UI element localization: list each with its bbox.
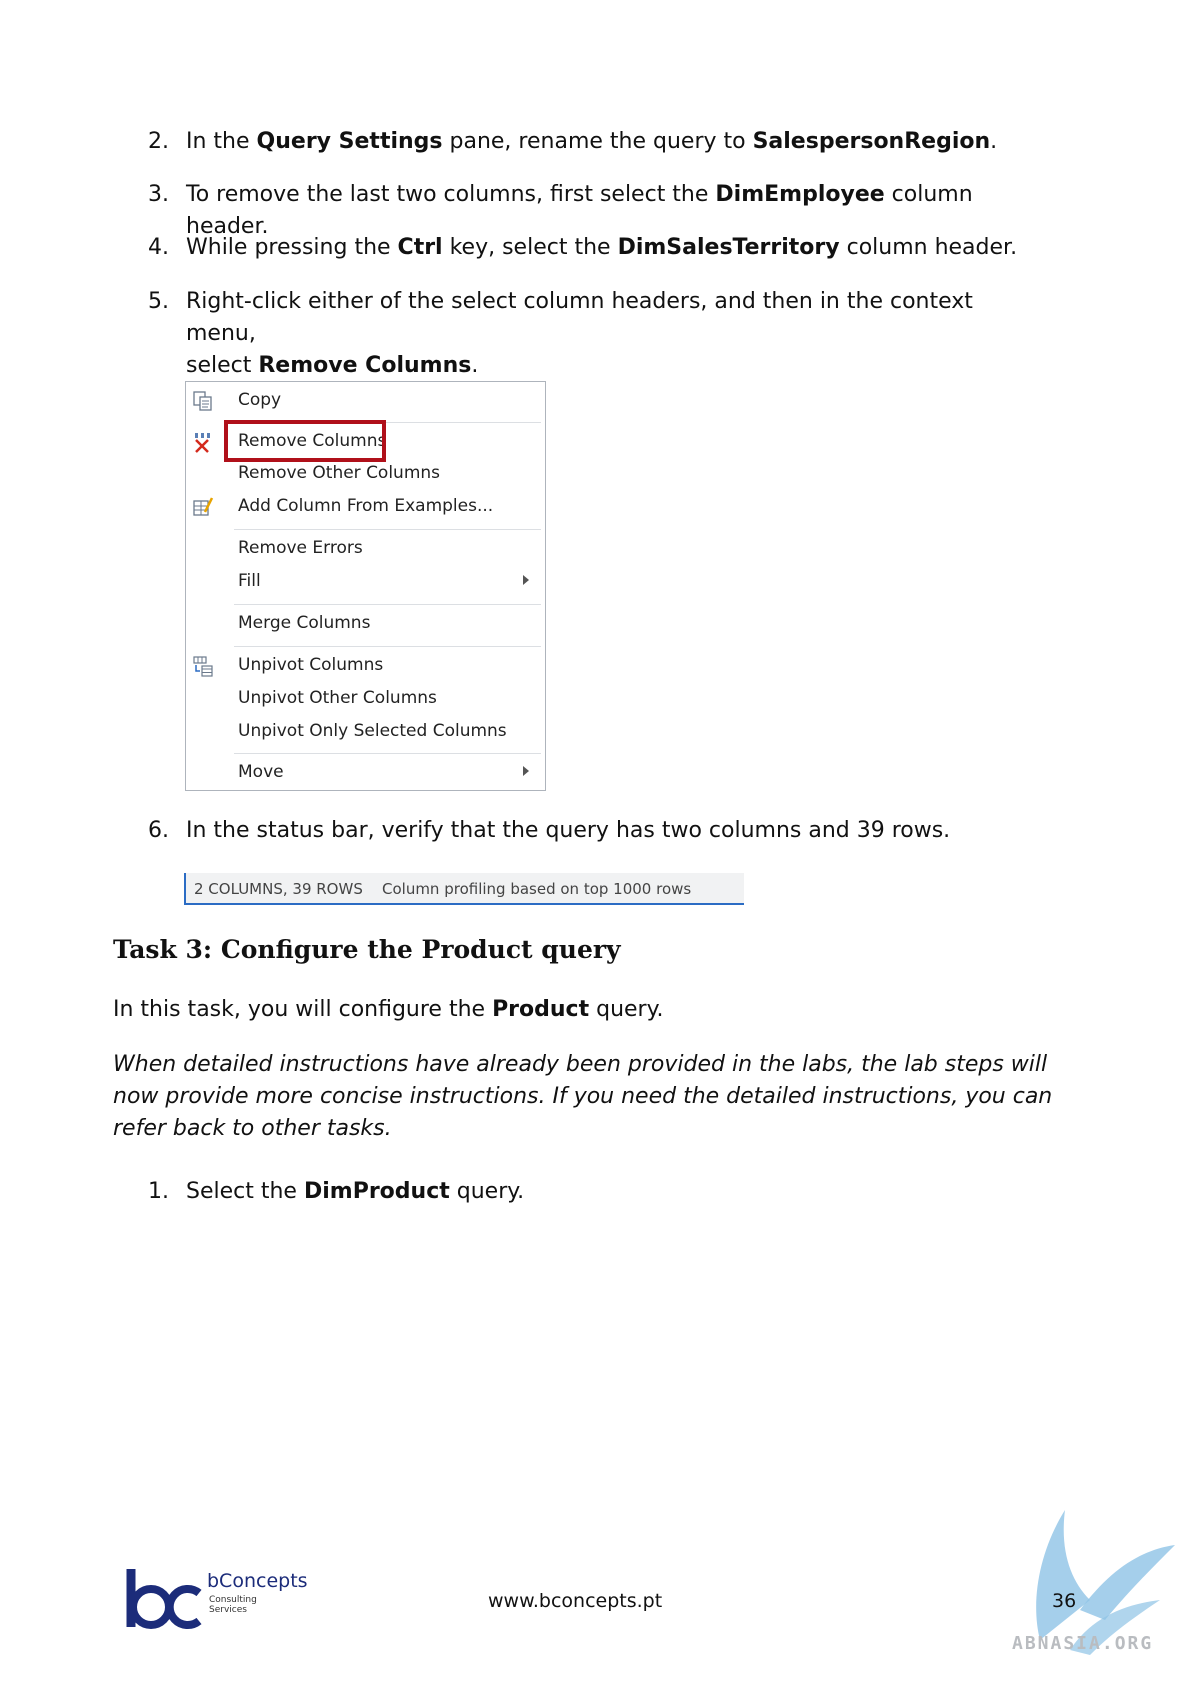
menu-item-remove-errors[interactable]: Remove Errors [186,532,545,564]
profiling-status[interactable]: Column profiling based on top 1000 rows [382,880,691,898]
menu-item-unpivot-columns[interactable]: Unpivot Columns [186,649,545,681]
footer-url: www.bconcepts.pt [488,1590,663,1612]
bconcepts-logo: bConcepts Consulting Services [125,1565,315,1635]
step-text: Select the DimProduct query. [186,1179,525,1204]
step-text: In the Query Settings pane, rename the q… [186,129,998,154]
page-number: 36 [1052,1590,1077,1612]
menu-item-add-column-from-examples[interactable]: Add Column From Examples... [186,490,545,522]
submenu-arrow-icon [523,575,529,585]
menu-item-unpivot-other-columns[interactable]: Unpivot Other Columns [186,682,545,714]
menu-item-move[interactable]: Move [186,756,545,788]
status-bar: 2 COLUMNS, 39 ROWS Column profiling base… [184,873,744,905]
logo-brand-name: bConcepts [207,1570,308,1592]
menu-item-merge-columns[interactable]: Merge Columns [186,607,545,639]
bc-logo-icon [126,1569,202,1629]
column-row-count: 2 COLUMNS, 39 ROWS [194,880,363,898]
step-number: 4. [148,235,169,260]
menu-item-remove-other-columns[interactable]: Remove Other Columns [186,457,545,489]
menu-separator [234,646,541,647]
menu-separator [234,604,541,605]
menu-item-copy[interactable]: Copy [186,384,545,416]
context-menu: Copy Remove Columns Remove Other Columns… [185,381,546,791]
step-number: 5. [148,289,169,314]
note-paragraph: When detailed instructions have already … [113,1052,1053,1141]
menu-item-fill[interactable]: Fill [186,565,545,597]
logo-subtitle: Consulting Services [209,1595,257,1615]
menu-separator [234,753,541,754]
copy-icon [193,391,212,411]
menu-separator [234,529,541,530]
unpivot-icon [193,656,213,677]
step-number: 1. [148,1179,169,1204]
step-number: 6. [148,818,169,843]
task-heading: Task 3: Configure the Product query [113,935,621,964]
submenu-arrow-icon [523,766,529,776]
step-text: While pressing the Ctrl key, select the … [186,235,1018,260]
column-from-examples-icon [193,497,214,516]
intro-paragraph: In this task, you will configure the Pro… [113,997,664,1022]
remove-columns-icon [195,433,210,453]
step-number: 3. [148,182,169,207]
highlight-box [224,420,386,462]
menu-item-unpivot-only-selected-columns[interactable]: Unpivot Only Selected Columns [186,715,545,747]
watermark-text: ABNASIA.ORG [1012,1633,1154,1654]
step-text: In the status bar, verify that the query… [186,818,951,843]
step-text: Right-click either of the select column … [186,289,973,378]
step-number: 2. [148,129,169,154]
